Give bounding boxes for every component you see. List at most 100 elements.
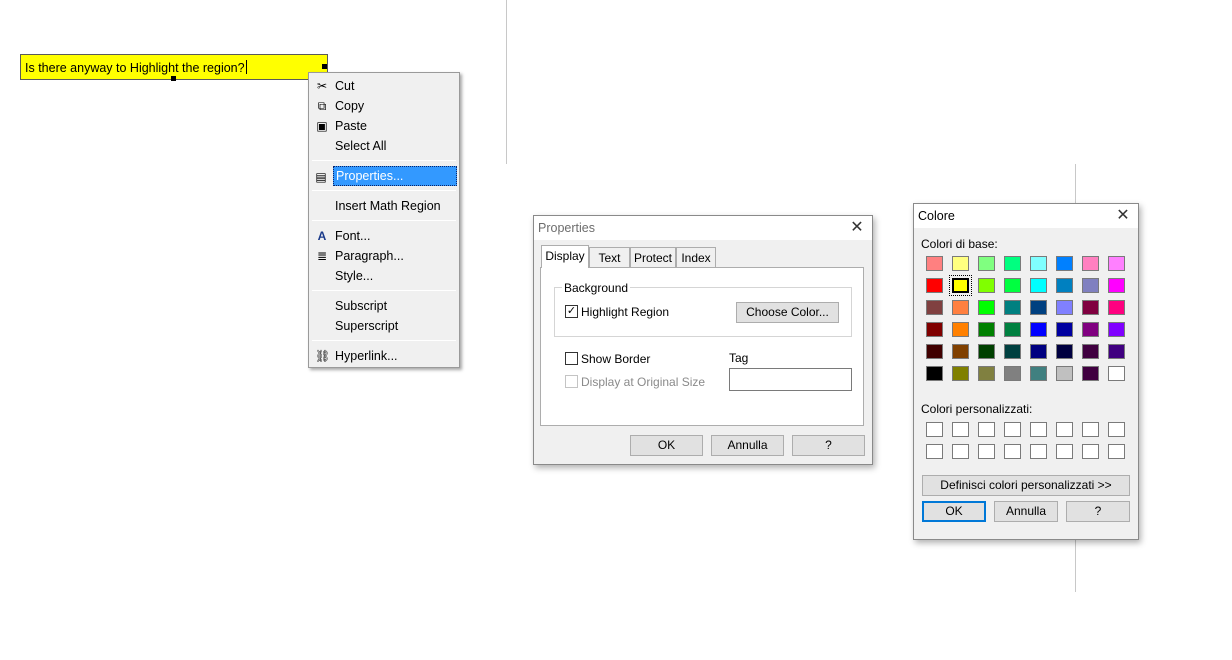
color-swatch[interactable]: [1082, 300, 1099, 315]
color-swatch[interactable]: [1082, 256, 1099, 271]
color-swatch[interactable]: [1030, 366, 1047, 381]
close-icon[interactable]: ✕: [848, 219, 866, 237]
color-swatch[interactable]: [1056, 344, 1073, 359]
color-swatch[interactable]: [1004, 366, 1021, 381]
custom-color-swatch[interactable]: [1030, 444, 1047, 459]
custom-color-swatch[interactable]: [1004, 422, 1021, 437]
color-swatch[interactable]: [1056, 256, 1073, 271]
ok-button[interactable]: OK: [630, 435, 703, 456]
custom-color-swatch[interactable]: [1004, 444, 1021, 459]
menu-separator: [312, 340, 456, 341]
color-swatch[interactable]: [952, 344, 969, 359]
cancel-button[interactable]: Annulla: [994, 501, 1058, 522]
menu-item-paste[interactable]: ▣ Paste: [311, 116, 457, 136]
color-swatch[interactable]: [952, 300, 969, 315]
tag-input[interactable]: [729, 368, 852, 391]
menu-item-superscript[interactable]: Superscript: [311, 316, 457, 336]
color-swatch[interactable]: [1004, 300, 1021, 315]
custom-color-swatch[interactable]: [1056, 444, 1073, 459]
menu-item-cut[interactable]: ✂ Cut: [311, 76, 457, 96]
color-swatch[interactable]: [1056, 300, 1073, 315]
color-swatch[interactable]: [1030, 278, 1047, 293]
menu-item-insert-math-region[interactable]: Insert Math Region: [311, 196, 457, 216]
color-swatch[interactable]: [1004, 344, 1021, 359]
color-swatch[interactable]: [926, 256, 943, 271]
color-swatch[interactable]: [1108, 256, 1125, 271]
color-swatch[interactable]: [978, 322, 995, 337]
color-swatch[interactable]: [1056, 366, 1073, 381]
color-swatch[interactable]: [1082, 278, 1099, 293]
cancel-button[interactable]: Annulla: [711, 435, 784, 456]
help-button[interactable]: ?: [792, 435, 865, 456]
color-swatch[interactable]: [978, 256, 995, 271]
menu-item-paragraph[interactable]: ≣ Paragraph...: [311, 246, 457, 266]
color-swatch[interactable]: [952, 366, 969, 381]
color-swatch[interactable]: [1004, 256, 1021, 271]
color-swatch[interactable]: [978, 300, 995, 315]
resize-handle[interactable]: [322, 64, 327, 69]
tab-index[interactable]: Index: [676, 247, 716, 268]
custom-color-swatch[interactable]: [1030, 422, 1047, 437]
color-swatch[interactable]: [1108, 322, 1125, 337]
help-button[interactable]: ?: [1066, 501, 1130, 522]
custom-color-swatch[interactable]: [952, 422, 969, 437]
color-swatch[interactable]: [949, 275, 972, 296]
color-swatch[interactable]: [978, 278, 995, 293]
custom-color-swatch[interactable]: [978, 422, 995, 437]
dialog-titlebar[interactable]: Colore ✕: [914, 204, 1138, 228]
ok-button[interactable]: OK: [922, 501, 986, 522]
menu-item-select-all[interactable]: Select All: [311, 136, 457, 156]
custom-color-swatch[interactable]: [1082, 422, 1099, 437]
color-swatch[interactable]: [926, 344, 943, 359]
custom-color-swatch[interactable]: [1108, 444, 1125, 459]
color-swatch[interactable]: [1030, 322, 1047, 337]
define-custom-colors-button[interactable]: Definisci colori personalizzati >>: [922, 475, 1130, 496]
custom-color-swatch[interactable]: [1056, 422, 1073, 437]
menu-item-style[interactable]: Style...: [311, 266, 457, 286]
tab-display[interactable]: Display: [541, 245, 589, 268]
custom-color-swatch[interactable]: [926, 422, 943, 437]
color-swatch[interactable]: [1108, 366, 1125, 381]
highlight-region-checkbox[interactable]: ✓: [565, 305, 578, 318]
custom-color-swatch[interactable]: [926, 444, 943, 459]
close-icon[interactable]: ✕: [1114, 207, 1132, 225]
custom-color-swatch[interactable]: [952, 444, 969, 459]
show-border-checkbox[interactable]: [565, 352, 578, 365]
menu-item-properties[interactable]: ▤ Properties...: [315, 166, 457, 186]
color-swatch[interactable]: [1030, 344, 1047, 359]
color-swatch[interactable]: [1004, 322, 1021, 337]
resize-handle[interactable]: [171, 76, 176, 81]
color-swatch[interactable]: [1082, 322, 1099, 337]
page-boundary-line: [506, 0, 507, 164]
choose-color-button[interactable]: Choose Color...: [736, 302, 839, 323]
custom-color-swatch[interactable]: [978, 444, 995, 459]
tab-text[interactable]: Text: [589, 247, 630, 268]
color-swatch[interactable]: [1082, 344, 1099, 359]
custom-color-swatch[interactable]: [1082, 444, 1099, 459]
color-swatch[interactable]: [978, 366, 995, 381]
color-swatch[interactable]: [1108, 278, 1125, 293]
tab-protect[interactable]: Protect: [630, 247, 676, 268]
color-swatch[interactable]: [1030, 300, 1047, 315]
menu-item-font[interactable]: A Font...: [311, 226, 457, 246]
custom-color-swatch[interactable]: [1108, 422, 1125, 437]
dialog-titlebar[interactable]: Properties ✕: [534, 216, 872, 240]
color-swatch[interactable]: [1004, 278, 1021, 293]
color-swatch[interactable]: [1082, 366, 1099, 381]
color-swatch[interactable]: [926, 366, 943, 381]
color-swatch[interactable]: [952, 256, 969, 271]
color-swatch[interactable]: [1108, 344, 1125, 359]
menu-item-hyperlink[interactable]: ⛓ Hyperlink...: [311, 346, 457, 366]
color-swatch[interactable]: [1030, 256, 1047, 271]
color-swatch[interactable]: [926, 300, 943, 315]
color-swatch[interactable]: [1056, 322, 1073, 337]
menu-separator: [312, 160, 456, 161]
color-swatch[interactable]: [1108, 300, 1125, 315]
color-swatch[interactable]: [978, 344, 995, 359]
color-swatch[interactable]: [926, 322, 943, 337]
menu-item-copy[interactable]: ⧉ Copy: [311, 96, 457, 116]
color-swatch[interactable]: [926, 278, 943, 293]
color-swatch[interactable]: [1056, 278, 1073, 293]
menu-item-subscript[interactable]: Subscript: [311, 296, 457, 316]
color-swatch[interactable]: [952, 322, 969, 337]
